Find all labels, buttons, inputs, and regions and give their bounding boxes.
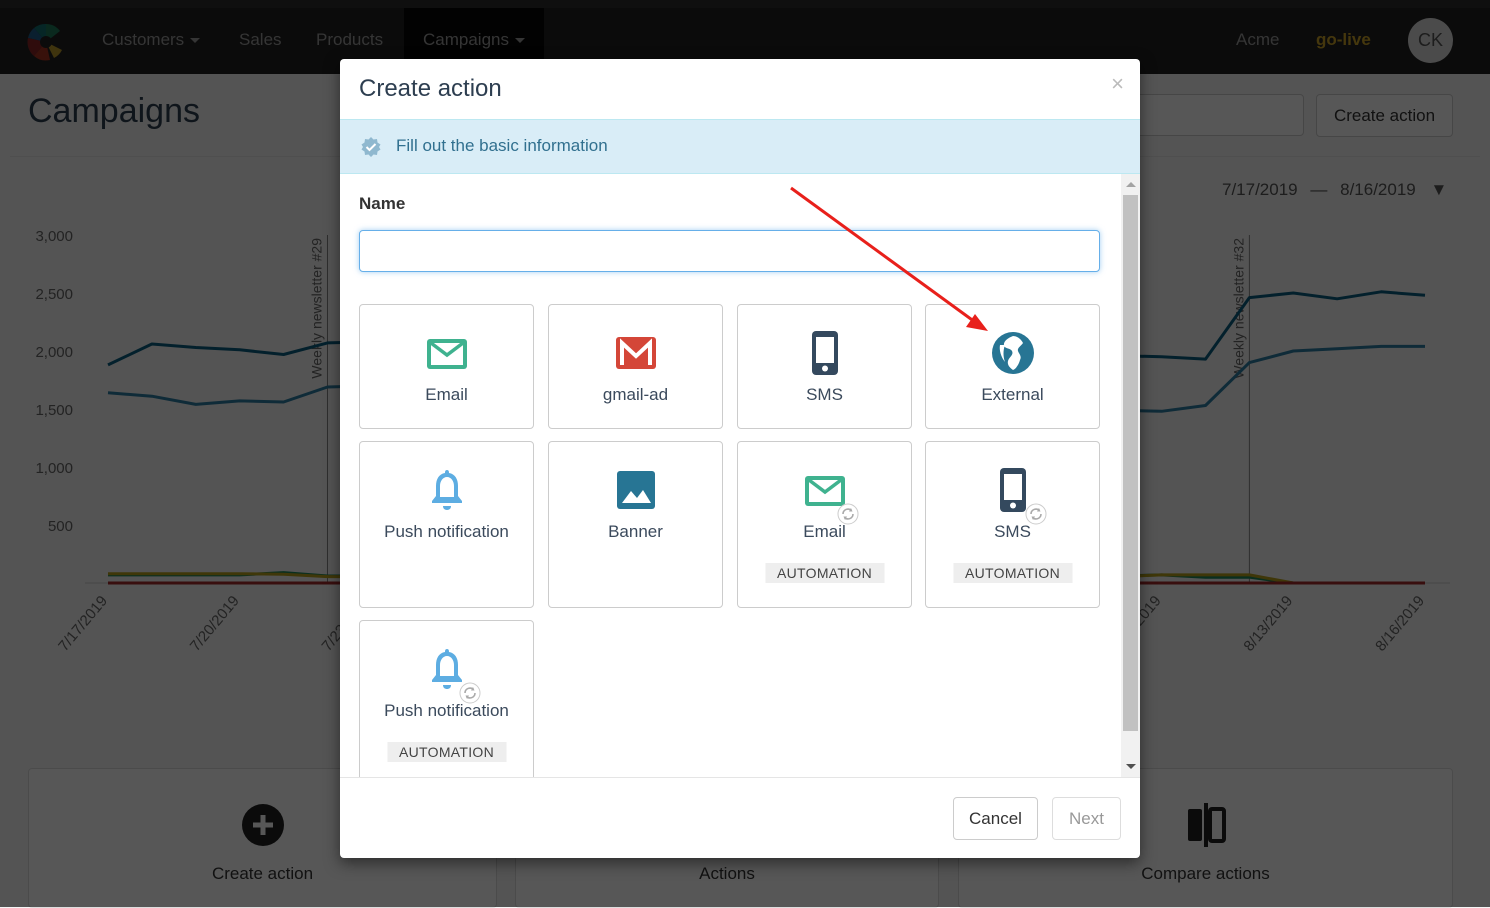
check-badge-icon [361, 137, 381, 157]
modal-title: Create action [359, 75, 502, 102]
modal-body: Name Email gmail-ad SMS External Push no… [340, 174, 1140, 777]
automation-badge: AUTOMATION [952, 563, 1073, 583]
card-label: Email [425, 385, 468, 404]
card-label: Email [803, 522, 846, 541]
action-type-push-notification[interactable]: Push notification [359, 441, 534, 608]
name-label: Name [359, 194, 406, 213]
step-text: Fill out the basic information [396, 136, 608, 155]
create-action-modal: Create action × Fill out the basic infor… [340, 59, 1140, 858]
card-label: Push notification [384, 701, 509, 720]
card-label: SMS [994, 522, 1031, 541]
scroll-up-icon[interactable] [1126, 182, 1136, 187]
automation-badge: AUTOMATION [764, 563, 885, 583]
card-label: Banner [608, 522, 663, 541]
bell-icon [431, 470, 462, 510]
action-type-email-automation[interactable]: Email AUTOMATION [737, 441, 912, 608]
card-label: External [981, 385, 1044, 404]
cancel-button[interactable]: Cancel [953, 797, 1038, 840]
scroll-down-icon[interactable] [1126, 764, 1136, 769]
modal-scrollbar[interactable] [1121, 174, 1140, 777]
action-type-sms[interactable]: SMS [737, 304, 912, 429]
action-type-external[interactable]: External [925, 304, 1100, 429]
action-type-gmail-ad[interactable]: gmail-ad [548, 304, 723, 429]
action-type-sms-automation[interactable]: SMS AUTOMATION [925, 441, 1100, 608]
image-icon [616, 471, 655, 509]
card-label: SMS [806, 385, 843, 404]
card-label: gmail-ad [602, 385, 669, 404]
phone-icon [811, 331, 838, 375]
email-icon [426, 339, 467, 369]
name-input[interactable] [359, 230, 1100, 272]
scroll-thumb[interactable] [1123, 195, 1138, 731]
globe-icon [991, 332, 1034, 374]
card-label: Push notification [384, 522, 509, 541]
action-type-email[interactable]: Email [359, 304, 534, 429]
action-type-push-notification-automation[interactable]: Push notification AUTOMATION [359, 620, 534, 777]
gmail-icon [615, 337, 656, 369]
automation-badge: AUTOMATION [386, 742, 507, 762]
action-type-banner[interactable]: Banner [548, 441, 723, 608]
next-button[interactable]: Next [1052, 797, 1121, 840]
modal-footer: Cancel Next [340, 777, 1140, 858]
close-icon[interactable]: × [1111, 71, 1124, 97]
step-indicator: Fill out the basic information [340, 119, 1140, 174]
